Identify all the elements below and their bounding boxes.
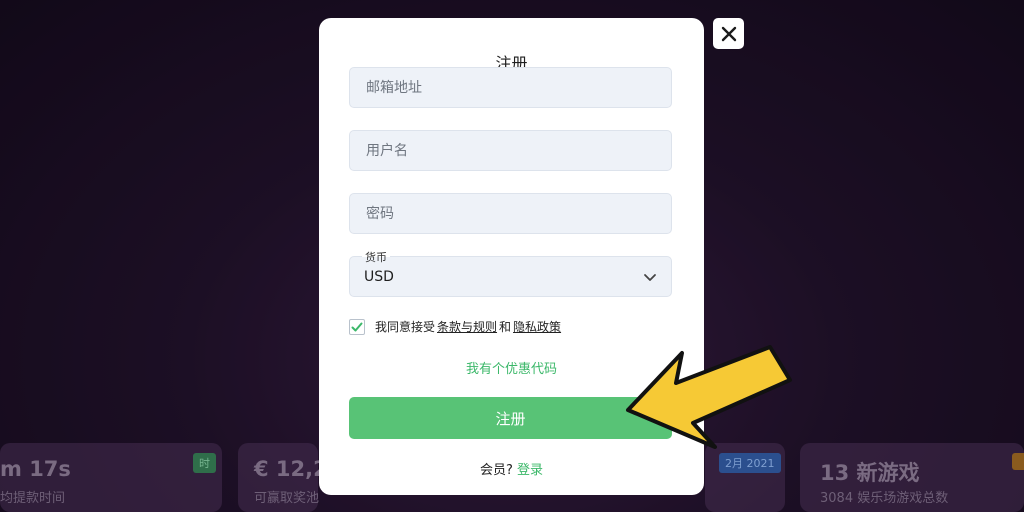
member-text: 会员? xyxy=(479,463,513,478)
stat-card-caption: 可赢取奖池 xyxy=(254,491,320,506)
currency-label: 货币 xyxy=(362,249,390,265)
close-button[interactable] xyxy=(713,18,744,49)
privacy-link[interactable]: 隐私政策 xyxy=(513,318,561,335)
login-link[interactable]: 登录 xyxy=(517,463,543,478)
terms-agreement: 我同意接受 条款与规则 和 隐私政策 xyxy=(349,318,563,335)
stat-card-jackpot: € 12,2 可赢取奖池 xyxy=(238,443,328,512)
stat-card-badge: 时 xyxy=(193,453,216,473)
agree-checkbox[interactable] xyxy=(349,318,365,335)
currency-select[interactable]: 货币 USD xyxy=(349,249,672,297)
stat-card-new-games: 13 新游戏 3084 娱乐场游戏总数 xyxy=(800,443,1024,512)
stat-card-caption: 均提款时间 xyxy=(0,491,66,506)
stat-card-badge xyxy=(1012,453,1024,470)
stat-card-withdraw-time: m 17s 均提款时间 时 xyxy=(0,443,222,512)
terms-link[interactable]: 条款与规则 xyxy=(437,318,497,335)
email-input[interactable] xyxy=(364,78,671,97)
password-field[interactable] xyxy=(349,193,672,234)
stat-card-value: € 12,2 xyxy=(254,457,328,481)
stat-card-value: 13 新游戏 xyxy=(820,461,920,485)
pointer-arrow-icon xyxy=(626,345,792,449)
currency-value: USD xyxy=(364,268,394,285)
agree-text: 我同意接受 xyxy=(375,320,436,334)
stat-card-caption: 3084 娱乐场游戏总数 xyxy=(820,491,949,506)
email-field[interactable] xyxy=(349,67,672,108)
username-field[interactable] xyxy=(349,130,672,171)
and-text: 和 xyxy=(499,320,512,334)
username-input[interactable] xyxy=(364,141,671,160)
stat-card-value: m 17s xyxy=(0,457,71,481)
chevron-down-icon xyxy=(644,274,656,281)
checkmark-icon xyxy=(351,322,363,331)
password-input[interactable] xyxy=(364,204,671,223)
close-icon xyxy=(721,26,736,41)
